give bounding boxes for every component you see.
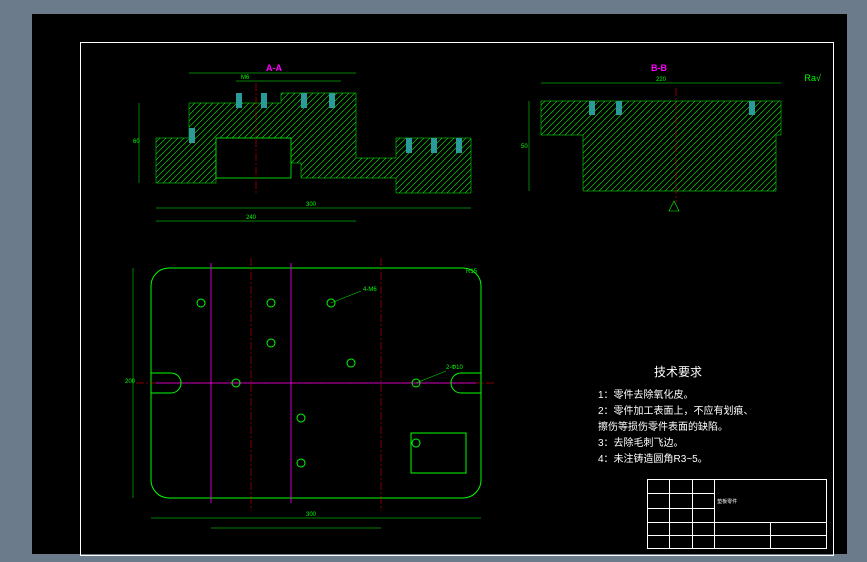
callout-2: 2-Φ10 xyxy=(446,365,463,371)
hole-3 xyxy=(301,93,307,108)
drawing-border: A-A xyxy=(80,42,834,556)
tech-req-title: 技术要求 xyxy=(598,363,758,382)
hole-tv-1 xyxy=(197,299,205,307)
dim-text-h1: M6 xyxy=(241,75,250,81)
dim-tv-text-h: 200 xyxy=(125,379,136,385)
dim-b-text1: 220 xyxy=(656,77,667,83)
dim-text-v1: 60 xyxy=(133,139,140,145)
leader-2 xyxy=(416,371,446,383)
hole-4 xyxy=(329,93,335,108)
drawing-name: 垫板零件 xyxy=(715,480,827,523)
hole-1 xyxy=(236,93,242,108)
tech-req-item-1: 1：零件去除氧化皮。 xyxy=(598,388,758,404)
section-a-cutout xyxy=(216,138,291,178)
section-a-label: A-A xyxy=(266,63,282,73)
dim-text-1: 300 xyxy=(306,202,317,208)
dim-text-2: 240 xyxy=(246,215,257,221)
drawing-area[interactable]: A-A xyxy=(32,14,847,554)
tech-req-item-3: 3：去除毛刺飞边。 xyxy=(598,436,758,452)
hole-8 xyxy=(456,138,462,153)
callout-1: 4-M6 xyxy=(363,287,377,293)
hole-7 xyxy=(431,138,437,153)
hole-tv-8 xyxy=(297,414,305,422)
hole-6 xyxy=(406,138,412,153)
dim-b-text2: 50 xyxy=(521,144,528,150)
hole-tv-4 xyxy=(267,339,275,347)
hole-tv-9 xyxy=(297,459,305,467)
hole-b2 xyxy=(616,101,622,115)
dim-tv-text-w: 300 xyxy=(306,512,317,518)
leader-1 xyxy=(331,291,361,303)
hole-b3 xyxy=(749,101,755,115)
section-a-hatch xyxy=(156,93,471,193)
hole-tv-2 xyxy=(267,299,275,307)
surface-symbol xyxy=(669,201,679,211)
section-b-view: B-B 220 50 xyxy=(521,63,781,211)
hole-tv-10 xyxy=(412,439,420,447)
section-a-view: A-A xyxy=(133,63,471,221)
hole-5 xyxy=(189,128,195,143)
top-view: 300 200 R15 4-M6 2-Φ10 xyxy=(125,258,496,528)
section-b-label: B-B xyxy=(651,63,667,73)
surface-mark-global: Ra√ xyxy=(805,73,821,83)
dim-tv-r: R15 xyxy=(466,269,478,275)
notch xyxy=(411,433,466,473)
title-block: 垫板零件 xyxy=(647,479,827,549)
tech-requirements: 技术要求 1：零件去除氧化皮。 2：零件加工表面上，不应有划痕、擦伤等损伤零件表… xyxy=(598,363,758,468)
cad-workspace: A-A xyxy=(0,0,867,562)
section-b-hatch xyxy=(541,101,781,191)
tech-req-item-2: 2：零件加工表面上，不应有划痕、擦伤等损伤零件表面的缺陷。 xyxy=(598,404,758,436)
hole-b1 xyxy=(589,101,595,115)
hole-tv-5 xyxy=(347,359,355,367)
tech-req-item-4: 4：未注铸造圆角R3~5。 xyxy=(598,452,758,468)
hole-2 xyxy=(261,93,267,108)
